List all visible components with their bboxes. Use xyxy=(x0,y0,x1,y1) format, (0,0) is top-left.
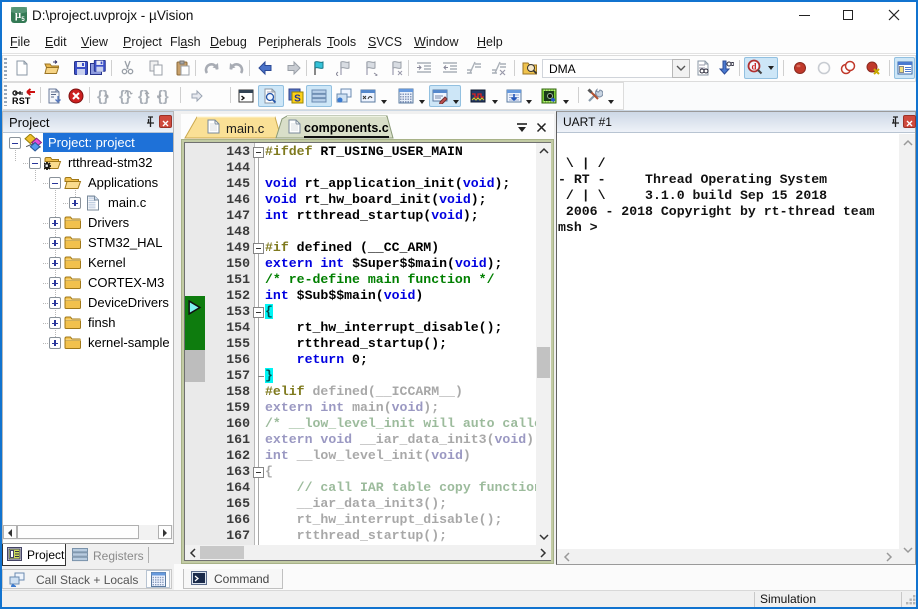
svg-text:S: S xyxy=(294,94,301,105)
svg-text:d: d xyxy=(751,62,756,72)
svg-text:{}: {} xyxy=(119,88,131,104)
svg-text:{}: {} xyxy=(138,88,150,104)
